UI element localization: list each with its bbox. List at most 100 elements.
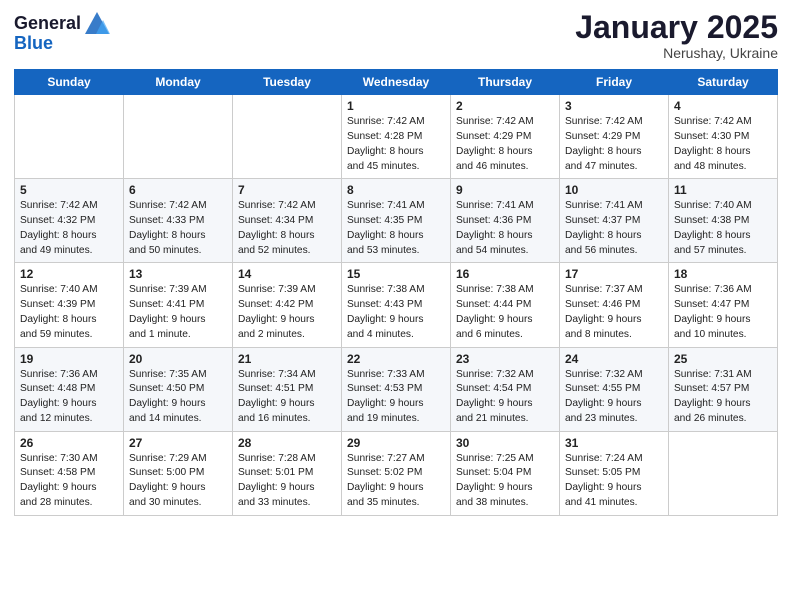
day-info: Sunrise: 7:40 AMSunset: 4:38 PMDaylight:… [674,199,772,258]
day-number: 10 [565,183,663,197]
calendar-day-cell: 12 Sunrise: 7:40 AMSunset: 4:39 PMDayligh… [15,263,124,347]
day-number: 4 [674,99,772,113]
day-info: Sunrise: 7:42 AMSunset: 4:33 PMDaylight:… [129,199,227,258]
day-number: 25 [674,352,772,366]
calendar-day-cell: 10 Sunrise: 7:41 AMSunset: 4:37 PMDayligh… [560,179,669,263]
day-number: 22 [347,352,445,366]
day-info: Sunrise: 7:30 AMSunset: 4:58 PMDaylight:… [20,452,118,511]
day-number: 18 [674,267,772,281]
calendar-day-cell: 23 Sunrise: 7:32 AMSunset: 4:54 PMDayligh… [451,347,560,431]
day-info: Sunrise: 7:29 AMSunset: 5:00 PMDaylight:… [129,452,227,511]
day-info: Sunrise: 7:39 AMSunset: 4:41 PMDaylight:… [129,283,227,342]
weekday-header-thursday: Thursday [451,70,560,95]
day-number: 30 [456,436,554,450]
day-info: Sunrise: 7:38 AMSunset: 4:43 PMDaylight:… [347,283,445,342]
calendar-empty-cell [124,95,233,179]
calendar-day-cell: 28 Sunrise: 7:28 AMSunset: 5:01 PMDayligh… [233,431,342,515]
calendar-day-cell: 16 Sunrise: 7:38 AMSunset: 4:44 PMDayligh… [451,263,560,347]
day-info: Sunrise: 7:42 AMSunset: 4:29 PMDaylight:… [456,115,554,174]
logo-icon [83,10,111,38]
logo-blue-text: Blue [14,33,53,53]
day-number: 27 [129,436,227,450]
day-number: 26 [20,436,118,450]
day-number: 17 [565,267,663,281]
day-number: 28 [238,436,336,450]
day-number: 2 [456,99,554,113]
day-info: Sunrise: 7:42 AMSunset: 4:30 PMDaylight:… [674,115,772,174]
calendar-day-cell: 22 Sunrise: 7:33 AMSunset: 4:53 PMDayligh… [342,347,451,431]
day-number: 16 [456,267,554,281]
logo: General Blue [14,10,111,54]
day-info: Sunrise: 7:33 AMSunset: 4:53 PMDaylight:… [347,368,445,427]
day-number: 24 [565,352,663,366]
day-number: 21 [238,352,336,366]
day-info: Sunrise: 7:25 AMSunset: 5:04 PMDaylight:… [456,452,554,511]
day-info: Sunrise: 7:39 AMSunset: 4:42 PMDaylight:… [238,283,336,342]
calendar-week-row: 26 Sunrise: 7:30 AMSunset: 4:58 PMDayligh… [15,431,778,515]
calendar-day-cell: 24 Sunrise: 7:32 AMSunset: 4:55 PMDayligh… [560,347,669,431]
day-info: Sunrise: 7:32 AMSunset: 4:55 PMDaylight:… [565,368,663,427]
calendar-day-cell: 1 Sunrise: 7:42 AMSunset: 4:28 PMDaylight… [342,95,451,179]
weekday-header-sunday: Sunday [15,70,124,95]
calendar-day-cell: 6 Sunrise: 7:42 AMSunset: 4:33 PMDaylight… [124,179,233,263]
day-info: Sunrise: 7:36 AMSunset: 4:48 PMDaylight:… [20,368,118,427]
day-info: Sunrise: 7:41 AMSunset: 4:37 PMDaylight:… [565,199,663,258]
calendar-day-cell: 9Sunrise: 7:41 AMSunset: 4:36 PMDaylight… [451,179,560,263]
day-number: 23 [456,352,554,366]
day-info: Sunrise: 7:27 AMSunset: 5:02 PMDaylight:… [347,452,445,511]
day-number: 8 [347,183,445,197]
calendar-week-row: 1 Sunrise: 7:42 AMSunset: 4:28 PMDaylight… [15,95,778,179]
calendar-day-cell: 17Sunrise: 7:37 AMSunset: 4:46 PMDayligh… [560,263,669,347]
day-info: Sunrise: 7:38 AMSunset: 4:44 PMDaylight:… [456,283,554,342]
weekday-header-monday: Monday [124,70,233,95]
calendar-header-row: SundayMondayTuesdayWednesdayThursdayFrid… [15,70,778,95]
day-info: Sunrise: 7:28 AMSunset: 5:01 PMDaylight:… [238,452,336,511]
weekday-header-wednesday: Wednesday [342,70,451,95]
day-number: 5 [20,183,118,197]
day-number: 12 [20,267,118,281]
day-number: 15 [347,267,445,281]
calendar-day-cell: 3 Sunrise: 7:42 AMSunset: 4:29 PMDaylight… [560,95,669,179]
day-number: 31 [565,436,663,450]
calendar-day-cell: 30 Sunrise: 7:25 AMSunset: 5:04 PMDayligh… [451,431,560,515]
title-block: January 2025 Nerushay, Ukraine [575,10,778,61]
day-info: Sunrise: 7:42 AMSunset: 4:34 PMDaylight:… [238,199,336,258]
header: General Blue January 2025 Nerushay, Ukra… [14,10,778,61]
weekday-header-friday: Friday [560,70,669,95]
calendar-day-cell: 13 Sunrise: 7:39 AMSunset: 4:41 PMDayligh… [124,263,233,347]
day-info: Sunrise: 7:24 AMSunset: 5:05 PMDaylight:… [565,452,663,511]
day-number: 20 [129,352,227,366]
calendar-day-cell: 11 Sunrise: 7:40 AMSunset: 4:38 PMDayligh… [669,179,778,263]
day-info: Sunrise: 7:34 AMSunset: 4:51 PMDaylight:… [238,368,336,427]
day-info: Sunrise: 7:42 AMSunset: 4:29 PMDaylight:… [565,115,663,174]
calendar-day-cell: 15 Sunrise: 7:38 AMSunset: 4:43 PMDayligh… [342,263,451,347]
day-number: 13 [129,267,227,281]
calendar-day-cell: 5 Sunrise: 7:42 AMSunset: 4:32 PMDaylight… [15,179,124,263]
day-number: 1 [347,99,445,113]
day-number: 6 [129,183,227,197]
calendar-empty-cell [233,95,342,179]
day-info: Sunrise: 7:42 AMSunset: 4:28 PMDaylight:… [347,115,445,174]
logo-general-text: General [14,14,81,34]
calendar-empty-cell [15,95,124,179]
calendar-table: SundayMondayTuesdayWednesdayThursdayFrid… [14,69,778,516]
day-info: Sunrise: 7:40 AMSunset: 4:39 PMDaylight:… [20,283,118,342]
location-subtitle: Nerushay, Ukraine [575,45,778,61]
calendar-day-cell: 4 Sunrise: 7:42 AMSunset: 4:30 PMDaylight… [669,95,778,179]
calendar-week-row: 19Sunrise: 7:36 AMSunset: 4:48 PMDayligh… [15,347,778,431]
calendar-day-cell: 18 Sunrise: 7:36 AMSunset: 4:47 PMDayligh… [669,263,778,347]
day-info: Sunrise: 7:32 AMSunset: 4:54 PMDaylight:… [456,368,554,427]
calendar-day-cell: 2 Sunrise: 7:42 AMSunset: 4:29 PMDaylight… [451,95,560,179]
day-number: 3 [565,99,663,113]
calendar-day-cell: 26 Sunrise: 7:30 AMSunset: 4:58 PMDayligh… [15,431,124,515]
calendar-day-cell: 7 Sunrise: 7:42 AMSunset: 4:34 PMDaylight… [233,179,342,263]
day-number: 7 [238,183,336,197]
day-info: Sunrise: 7:41 AMSunset: 4:36 PMDaylight:… [456,199,554,258]
calendar-day-cell: 20 Sunrise: 7:35 AMSunset: 4:50 PMDayligh… [124,347,233,431]
calendar-empty-cell [669,431,778,515]
day-number: 11 [674,183,772,197]
day-info: Sunrise: 7:42 AMSunset: 4:32 PMDaylight:… [20,199,118,258]
day-info: Sunrise: 7:36 AMSunset: 4:47 PMDaylight:… [674,283,772,342]
day-info: Sunrise: 7:35 AMSunset: 4:50 PMDaylight:… [129,368,227,427]
weekday-header-tuesday: Tuesday [233,70,342,95]
